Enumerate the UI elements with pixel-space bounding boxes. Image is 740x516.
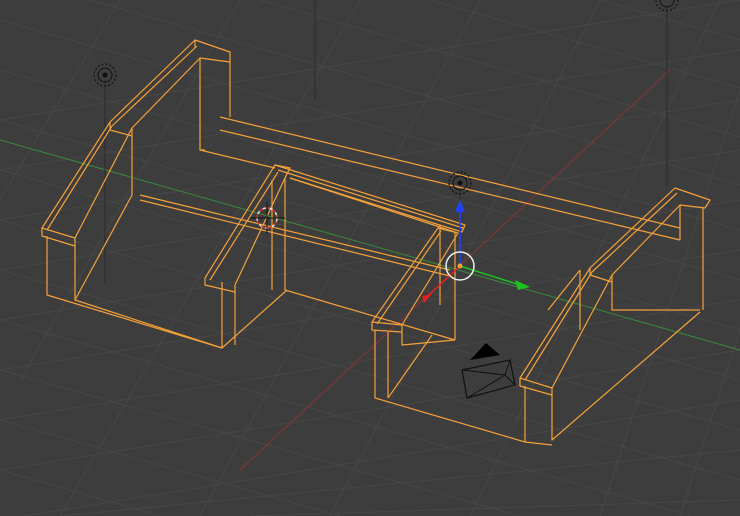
center-stair-mesh[interactable] (204, 164, 526, 443)
selected-mesh-wireframe[interactable] (41, 39, 711, 446)
left-stair-mesh[interactable] (41, 39, 231, 349)
3d-viewport[interactable] (0, 0, 740, 516)
y-axis-line (0, 139, 740, 351)
object-origin-dot (457, 263, 463, 269)
back-wall-mesh[interactable] (139, 62, 681, 277)
lamp-guides (104, 0, 668, 285)
gizmo-y-arrow-icon[interactable] (515, 280, 530, 290)
gizmo-y-axis[interactable] (459, 265, 521, 286)
viewport-canvas[interactable] (0, 0, 740, 516)
camera-icon[interactable] (461, 343, 516, 399)
right-stair-mesh[interactable] (519, 187, 711, 446)
